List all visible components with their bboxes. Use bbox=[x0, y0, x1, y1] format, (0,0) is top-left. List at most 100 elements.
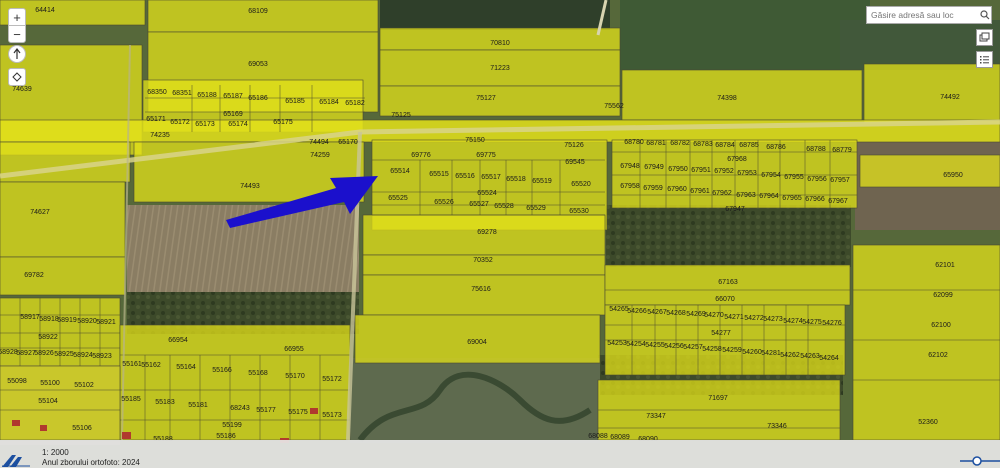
parcel-label: 67965 bbox=[782, 195, 802, 202]
list-icon bbox=[980, 56, 989, 64]
parcel-label: 74639 bbox=[12, 86, 32, 93]
parcel-label: 55172 bbox=[322, 376, 342, 383]
search-input[interactable] bbox=[867, 10, 979, 20]
parcel-label: 74235 bbox=[150, 132, 170, 139]
parcel-label: 66955 bbox=[284, 346, 304, 353]
parcel-polygon[interactable] bbox=[379, 85, 621, 117]
parcel-label: 68784 bbox=[715, 142, 735, 149]
parcel-label: 54270 bbox=[704, 312, 724, 319]
search-box[interactable] bbox=[866, 6, 992, 24]
parcel-polygon[interactable] bbox=[852, 244, 1000, 441]
parcel-label: 65529 bbox=[526, 205, 546, 212]
parcel-label: 71223 bbox=[490, 65, 510, 72]
parcel-label: 68780 bbox=[624, 139, 644, 146]
parcel-label: 67953 bbox=[737, 170, 757, 177]
parcel-label: 54260 bbox=[742, 349, 762, 356]
parcel-label: 65527 bbox=[469, 201, 489, 208]
shrub-area bbox=[606, 205, 851, 267]
parcel-polygon[interactable] bbox=[863, 63, 1000, 125]
parcel-label: 68783 bbox=[693, 141, 713, 148]
parcel-label: 58919 bbox=[57, 317, 77, 324]
parcel-label: 55106 bbox=[72, 425, 92, 432]
parcel-label: 67967 bbox=[828, 198, 848, 205]
locate-button[interactable] bbox=[8, 68, 26, 86]
parcel-label: 67959 bbox=[643, 185, 663, 192]
parcel-label: 54274 bbox=[783, 318, 803, 325]
parcel-label: 67947 bbox=[725, 206, 745, 213]
parcel-label: 65524 bbox=[477, 190, 497, 197]
parcel-label: 67961 bbox=[690, 188, 710, 195]
parcel-label: 68779 bbox=[832, 147, 852, 154]
compass-button[interactable] bbox=[8, 45, 26, 63]
basemap-button[interactable] bbox=[976, 29, 993, 46]
parcel-label: 75150 bbox=[465, 137, 485, 144]
parcel-label: 62099 bbox=[933, 292, 953, 299]
parcel-label: 68788 bbox=[806, 146, 826, 153]
parcel-label: 65950 bbox=[943, 172, 963, 179]
parcel-label: 65174 bbox=[228, 121, 248, 128]
parcel-label: 69776 bbox=[411, 152, 431, 159]
parcel-label: 65187 bbox=[223, 93, 243, 100]
parcel-label: 65170 bbox=[338, 139, 358, 146]
parcel-label: 65171 bbox=[146, 116, 166, 123]
parcel-label: 70352 bbox=[473, 257, 493, 264]
parcel-polygon[interactable] bbox=[0, 181, 126, 258]
parcel-label: 54259 bbox=[722, 347, 742, 354]
parcel-label: 74494 bbox=[309, 139, 329, 146]
parcel-label: 67954 bbox=[761, 172, 781, 179]
parcel-label: 55183 bbox=[155, 399, 175, 406]
parcel-label: 68782 bbox=[670, 140, 690, 147]
zoom-in-button[interactable]: + bbox=[8, 8, 26, 26]
parcel-label: 58920 bbox=[77, 318, 97, 325]
parcel-label: 54271 bbox=[724, 314, 744, 321]
parcel-label: 65186 bbox=[248, 95, 268, 102]
parcel-label: 69545 bbox=[565, 159, 585, 166]
parcel-label: 58917 bbox=[20, 314, 40, 321]
parcel-polygon[interactable] bbox=[147, 0, 379, 33]
parcel-label: 55181 bbox=[188, 402, 208, 409]
parcel-label: 55168 bbox=[248, 370, 268, 377]
parcel-label: 54258 bbox=[702, 346, 722, 353]
parcel-label: 68109 bbox=[248, 8, 268, 15]
parcel-label: 55100 bbox=[40, 380, 60, 387]
parcel-label: 55177 bbox=[256, 407, 276, 414]
parcel-polygon[interactable] bbox=[621, 69, 863, 121]
parcel-label: 52360 bbox=[918, 419, 938, 426]
parcel-label: 67951 bbox=[691, 167, 711, 174]
cadastral-map[interactable]: 64414 68109 69053 70810 71223 75127 7556… bbox=[0, 0, 1000, 468]
parcel-label: 67962 bbox=[712, 190, 732, 197]
parcel-label: 55161 bbox=[122, 361, 142, 368]
parcel-label: 66954 bbox=[168, 337, 188, 344]
zoom-out-button[interactable]: − bbox=[8, 25, 26, 43]
parcel-label: 54275 bbox=[802, 319, 822, 326]
parcel-label: 65526 bbox=[434, 199, 454, 206]
parcel-label: 58927 bbox=[16, 350, 36, 357]
agency-logo-icon bbox=[2, 455, 30, 467]
parcel-label: 74493 bbox=[240, 183, 260, 190]
parcel-label: 58924 bbox=[73, 352, 93, 359]
parcel-label: 65525 bbox=[388, 195, 408, 202]
opacity-slider[interactable] bbox=[960, 455, 1000, 467]
parcel-label: 54262 bbox=[780, 352, 800, 359]
parcel-polygon[interactable] bbox=[0, 256, 126, 296]
parcel-label: 68785 bbox=[739, 142, 759, 149]
parcel-label: 65173 bbox=[195, 121, 215, 128]
search-button[interactable] bbox=[979, 7, 991, 23]
parcel-label: 69775 bbox=[476, 152, 496, 159]
parcel-label: 54254 bbox=[626, 341, 646, 348]
diamond-icon bbox=[12, 72, 22, 82]
parcel-polygon[interactable] bbox=[859, 154, 1000, 188]
parcel-polygon[interactable] bbox=[362, 274, 606, 316]
slider-handle[interactable] bbox=[972, 456, 982, 466]
parcel-label: 54253 bbox=[607, 340, 627, 347]
parcel-label: 65517 bbox=[481, 174, 501, 181]
parcel-label: 75127 bbox=[476, 95, 496, 102]
parcel-label: 67968 bbox=[727, 156, 747, 163]
parcel-label: 68243 bbox=[230, 405, 250, 412]
parcel-label: 55186 bbox=[216, 433, 236, 440]
legend-button[interactable] bbox=[976, 51, 993, 68]
parcel-label: 67958 bbox=[620, 183, 640, 190]
parcel-label: 55166 bbox=[212, 367, 232, 374]
parcel-label: 67955 bbox=[784, 174, 804, 181]
dark-field bbox=[380, 0, 610, 30]
